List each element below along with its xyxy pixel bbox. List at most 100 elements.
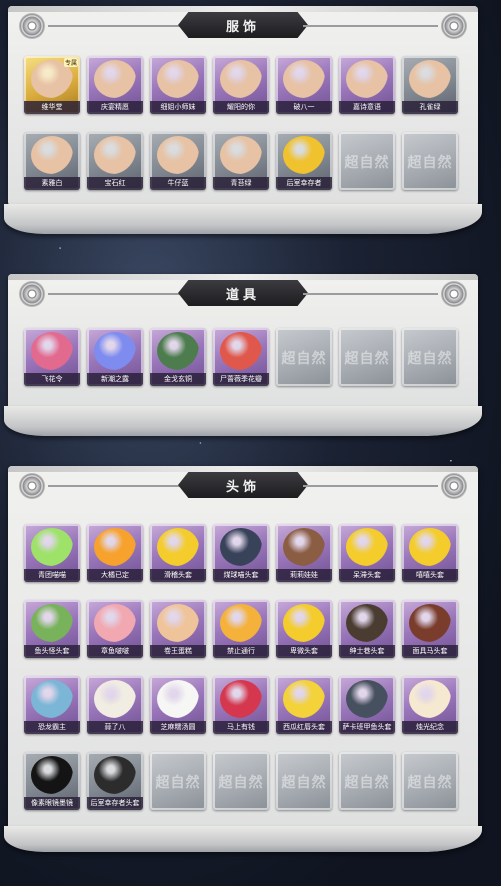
props-panel: 道具 飞花令 新潮之露 金戈玄铜 尸蔷薇季花瓣 超自然 超自然 超自然 bbox=[8, 274, 478, 410]
divider bbox=[48, 293, 183, 295]
watermark-text: 超自然 bbox=[407, 155, 453, 171]
red-horse-icon bbox=[220, 680, 262, 718]
section-title-props: 道具 bbox=[178, 280, 308, 306]
divider bbox=[48, 25, 183, 27]
item-tile[interactable]: 后室幸存者头套 bbox=[87, 752, 143, 810]
item-tile[interactable]: 蒜了八 bbox=[87, 676, 143, 734]
item-name: 后室幸存者头套 bbox=[87, 797, 143, 810]
item-tile[interactable]: 萨卡班甲鱼头套 bbox=[339, 676, 395, 734]
swirl-orb-icon bbox=[94, 332, 136, 370]
watermark-text: 超自然 bbox=[218, 775, 264, 791]
scroll-edge bbox=[4, 826, 482, 852]
costume-panel: 服饰 专属 维华堂 庆宴精愿 细姐小师妹 耀阳的你 破八一 嘉诗意语 孔雀绿 素雅白 宝石红 牛仔蓝… bbox=[8, 6, 478, 206]
item-tile[interactable]: 煤球喵头套 bbox=[213, 524, 269, 582]
pikachu-shades-icon bbox=[283, 680, 325, 718]
item-name: 绅士巷头套 bbox=[339, 645, 395, 658]
empty-slot[interactable]: 超自然 bbox=[339, 132, 395, 190]
item-tile[interactable]: 西瓜红唇头套 bbox=[276, 676, 332, 734]
empty-slot[interactable]: 超自然 bbox=[402, 752, 458, 810]
ornament-right-icon bbox=[442, 282, 466, 306]
item-tile[interactable]: 卑微头套 bbox=[276, 600, 332, 658]
item-tile[interactable]: 庆宴精愿 bbox=[87, 56, 143, 114]
item-name: 金戈玄铜 bbox=[150, 373, 206, 386]
item-tile[interactable]: 鱼头怪头套 bbox=[24, 600, 80, 658]
item-tile[interactable]: 卷王蛋糕 bbox=[150, 600, 206, 658]
garlic-icon bbox=[94, 680, 136, 718]
roll-cake-icon bbox=[157, 604, 199, 642]
item-tile[interactable]: 新潮之露 bbox=[87, 328, 143, 386]
item-tile[interactable]: 素雅白 bbox=[24, 132, 80, 190]
item-tile[interactable]: 细姐小师妹 bbox=[150, 56, 206, 114]
ornament-left-icon bbox=[20, 14, 44, 38]
item-tile[interactable]: 后室幸存者 bbox=[276, 132, 332, 190]
smirk-emoji-icon bbox=[157, 528, 199, 566]
costume-portrait-icon bbox=[157, 60, 199, 98]
item-tile[interactable]: 滑稽头套 bbox=[150, 524, 206, 582]
item-tile[interactable]: 青团喵喵 bbox=[24, 524, 80, 582]
item-name: 宝石红 bbox=[87, 177, 143, 190]
item-name: 青苔绿 bbox=[213, 177, 269, 190]
item-tile[interactable]: 呆滞头套 bbox=[339, 524, 395, 582]
empty-slot[interactable]: 超自然 bbox=[339, 752, 395, 810]
divider bbox=[303, 293, 438, 295]
item-tile[interactable]: 像素眼镜墨镜 bbox=[24, 752, 80, 810]
item-name: 鱼头怪头套 bbox=[24, 645, 80, 658]
watermark-text: 超自然 bbox=[407, 775, 453, 791]
item-tile[interactable]: 面具马头套 bbox=[402, 600, 458, 658]
empty-slot[interactable]: 超自然 bbox=[402, 132, 458, 190]
item-name: 尸蔷薇季花瓣 bbox=[213, 373, 269, 386]
item-tile[interactable]: 飞花令 bbox=[24, 328, 80, 386]
costume-portrait-icon bbox=[220, 136, 262, 174]
item-tile[interactable]: 章鱼啵啵 bbox=[87, 600, 143, 658]
item-tile[interactable]: 金戈玄铜 bbox=[150, 328, 206, 386]
empty-slot[interactable]: 超自然 bbox=[402, 328, 458, 386]
divider bbox=[303, 485, 438, 487]
flower-fan-icon bbox=[31, 332, 73, 370]
item-name: 新潮之露 bbox=[87, 373, 143, 386]
item-tile[interactable]: 破八一 bbox=[276, 56, 332, 114]
costume-portrait-icon bbox=[31, 136, 73, 174]
candle-icon bbox=[409, 680, 451, 718]
item-tile[interactable]: 莉莉娃娃 bbox=[276, 524, 332, 582]
green-blob-icon bbox=[31, 528, 73, 566]
item-tile[interactable]: 嘉诗意语 bbox=[339, 56, 395, 114]
flame-bloom-icon bbox=[220, 332, 262, 370]
item-tile[interactable]: 烛光纪念 bbox=[402, 676, 458, 734]
item-tile[interactable]: 孔雀绿 bbox=[402, 56, 458, 114]
orange-slice-icon bbox=[94, 528, 136, 566]
item-tile[interactable]: 芝麻糯汤圆 bbox=[150, 676, 206, 734]
headwear-panel: 头饰 青团喵喵 大橘已定 滑稽头套 煤球喵头套 莉莉娃娃 呆滞头套 嘻嘻头套鱼头怪头套 章鱼啵… bbox=[8, 466, 478, 830]
item-name: 牛仔蓝 bbox=[150, 177, 206, 190]
item-tile[interactable]: 马上有钱 bbox=[213, 676, 269, 734]
empty-slot[interactable]: 超自然 bbox=[150, 752, 206, 810]
item-tile[interactable]: 专属 维华堂 bbox=[24, 56, 80, 114]
item-tile[interactable]: 大橘已定 bbox=[87, 524, 143, 582]
item-tile[interactable]: 恐龙霸主 bbox=[24, 676, 80, 734]
item-name: 煤球喵头套 bbox=[213, 569, 269, 582]
empty-slot[interactable]: 超自然 bbox=[339, 328, 395, 386]
empty-slot[interactable]: 超自然 bbox=[276, 752, 332, 810]
item-tile[interactable]: 耀阳的你 bbox=[213, 56, 269, 114]
item-tile[interactable]: 宝石红 bbox=[87, 132, 143, 190]
costume-portrait-icon bbox=[346, 60, 388, 98]
horse-head-icon bbox=[409, 604, 451, 642]
item-tile[interactable]: 嘻嘻头套 bbox=[402, 524, 458, 582]
item-name: 西瓜红唇头套 bbox=[276, 721, 332, 734]
costume-portrait-icon bbox=[283, 60, 325, 98]
empty-slot[interactable]: 超自然 bbox=[276, 328, 332, 386]
item-tile[interactable]: 禁止通行 bbox=[213, 600, 269, 658]
item-tile[interactable]: 青苔绿 bbox=[213, 132, 269, 190]
item-tile[interactable]: 尸蔷薇季花瓣 bbox=[213, 328, 269, 386]
dino-head-icon bbox=[31, 680, 73, 718]
doll-head-icon bbox=[283, 528, 325, 566]
section-title-headwear: 头饰 bbox=[178, 472, 308, 498]
item-name: 卑微头套 bbox=[276, 645, 332, 658]
item-tile[interactable]: 牛仔蓝 bbox=[150, 132, 206, 190]
item-tile[interactable]: 绅士巷头套 bbox=[339, 600, 395, 658]
item-name: 大橘已定 bbox=[87, 569, 143, 582]
grin-emoji-icon bbox=[409, 528, 451, 566]
traffic-cone-icon bbox=[220, 604, 262, 642]
exclusive-badge: 专属 bbox=[63, 58, 78, 67]
empty-slot[interactable]: 超自然 bbox=[213, 752, 269, 810]
watermark-text: 超自然 bbox=[281, 351, 327, 367]
